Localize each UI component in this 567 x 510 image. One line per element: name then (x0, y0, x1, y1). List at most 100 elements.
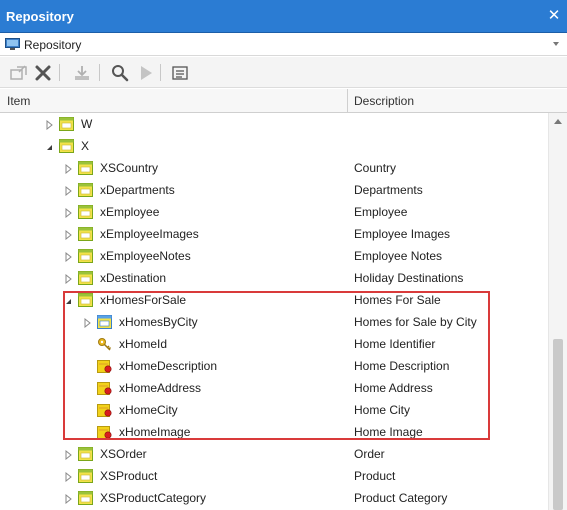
close-icon[interactable]: ✕ (547, 8, 561, 24)
tree-item-name: XSProductCategory (100, 491, 207, 505)
tree-item-description: Product Category (354, 491, 448, 505)
expand-arrow-icon[interactable] (64, 251, 73, 263)
expand-arrow-icon[interactable] (45, 119, 54, 131)
vertical-scrollbar[interactable] (548, 113, 567, 510)
tree-item-name: XSProduct (100, 469, 158, 483)
tree-item-description: Home Description (354, 359, 450, 373)
tree-item-name: xHomeImage (119, 425, 191, 439)
collapse-arrow-icon[interactable] (45, 141, 54, 151)
table-icon (78, 293, 93, 307)
download-icon[interactable] (72, 63, 92, 83)
tree-row[interactable]: XSCountry Country (0, 157, 548, 179)
delete-icon[interactable] (33, 63, 53, 83)
import-icon[interactable] (9, 63, 29, 83)
collapse-arrow-icon[interactable] (64, 295, 73, 305)
chevron-down-icon[interactable] (553, 42, 559, 46)
tree-item-name: xHomeAddress (119, 381, 202, 395)
tree-row[interactable]: xEmployee Employee (0, 201, 548, 223)
tree-item-name: xHomeId (119, 337, 168, 351)
tree-item-name: XSCountry (100, 161, 159, 175)
tree-item-description: Holiday Destinations (354, 271, 464, 285)
tree-item-description: Home City (354, 403, 411, 417)
tree-item-name: XSOrder (100, 447, 147, 461)
tree-item-description: Employee (354, 205, 408, 219)
tree-item-name: xEmployeeNotes (100, 249, 191, 263)
list-icon[interactable] (170, 63, 190, 83)
tree-item-description: Homes for Sale by City (354, 315, 477, 329)
tree-item-name: xDestination (100, 271, 167, 285)
repository-selector[interactable]: Repository (0, 34, 567, 56)
expand-arrow-icon[interactable] (64, 493, 73, 505)
tree-row[interactable]: xDepartments Departments (0, 179, 548, 201)
column-header-row: Item Description (0, 89, 567, 113)
toolbar-separator (160, 64, 161, 81)
monitor-icon (5, 38, 20, 51)
tree-row[interactable]: xHomeDescription Home Description (0, 355, 548, 377)
tree-item-description: Homes For Sale (354, 293, 441, 307)
tree-item-name: xHomesByCity (119, 315, 198, 329)
tree-row[interactable]: xDestination Holiday Destinations (0, 267, 548, 289)
window-title: Repository (6, 9, 74, 24)
tree-item-description: Product (354, 469, 396, 483)
scroll-up-icon[interactable] (554, 119, 562, 124)
expand-arrow-icon[interactable] (64, 163, 73, 175)
column-divider[interactable] (347, 89, 348, 113)
expand-arrow-icon[interactable] (83, 317, 92, 329)
expand-arrow-icon[interactable] (64, 229, 73, 241)
tree-item-name: xEmployee (100, 205, 160, 219)
table-icon (78, 491, 93, 505)
tree-item-description: Country (354, 161, 397, 175)
column-header-item[interactable]: Item (7, 94, 30, 108)
scroll-thumb[interactable] (553, 339, 563, 510)
toolbar-separator (59, 64, 60, 81)
expand-arrow-icon[interactable] (64, 449, 73, 461)
table-icon (78, 271, 93, 285)
table-icon (78, 469, 93, 483)
expand-arrow-icon[interactable] (64, 273, 73, 285)
tree-item-description: Home Image (354, 425, 423, 439)
field-icon (97, 403, 112, 417)
tree-row[interactable]: W (0, 113, 548, 135)
tree-row[interactable]: XSOrder Order (0, 443, 548, 465)
expand-arrow-icon[interactable] (64, 185, 73, 197)
tree-item-description: Employee Notes (354, 249, 443, 263)
field-icon (97, 425, 112, 439)
table-icon (78, 227, 93, 241)
tree-row[interactable]: xHomeId Home Identifier (0, 333, 548, 355)
search-icon[interactable] (110, 63, 130, 83)
tree-item-name: xHomesForSale (100, 293, 187, 307)
table-icon (78, 161, 93, 175)
tree-item-name: xHomeDescription (119, 359, 218, 373)
table-icon (59, 117, 74, 131)
repository-selector-value: Repository (24, 38, 82, 52)
tree-row[interactable]: XSProductCategory Product Category (0, 487, 548, 509)
tree-row[interactable]: XSProduct Product (0, 465, 548, 487)
expand-arrow-icon[interactable] (64, 207, 73, 219)
tree-row[interactable]: xEmployeeNotes Employee Notes (0, 245, 548, 267)
tree-item-name: W (81, 117, 93, 131)
tree-row[interactable]: xHomesForSale Homes For Sale (0, 289, 548, 311)
tree-row[interactable]: xHomesByCity Homes for Sale by City (0, 311, 548, 333)
tree-item-name: X (81, 139, 90, 153)
key-icon (97, 337, 112, 351)
table-icon (78, 447, 93, 461)
tree-item-description: Departments (354, 183, 423, 197)
table-icon (78, 183, 93, 197)
tree-row[interactable]: xEmployeeImages Employee Images (0, 223, 548, 245)
play-icon[interactable] (136, 63, 156, 83)
tree-item-description: Employee Images (354, 227, 451, 241)
view-icon (97, 315, 112, 329)
tree-item-description: Home Identifier (354, 337, 436, 351)
field-icon (97, 381, 112, 395)
field-icon (97, 359, 112, 373)
window-titlebar: Repository ✕ (0, 0, 567, 33)
tree-item-description: Order (354, 447, 385, 461)
tree-item-name: xHomeCity (119, 403, 178, 417)
tree-row[interactable]: X (0, 135, 548, 157)
tree-row[interactable]: xHomeAddress Home Address (0, 377, 548, 399)
tree-row[interactable]: xHomeImage Home Image (0, 421, 548, 443)
tree-row[interactable]: xHomeCity Home City (0, 399, 548, 421)
expand-arrow-icon[interactable] (64, 471, 73, 483)
tree-item-name: xDepartments (100, 183, 175, 197)
column-header-description[interactable]: Description (354, 94, 414, 108)
